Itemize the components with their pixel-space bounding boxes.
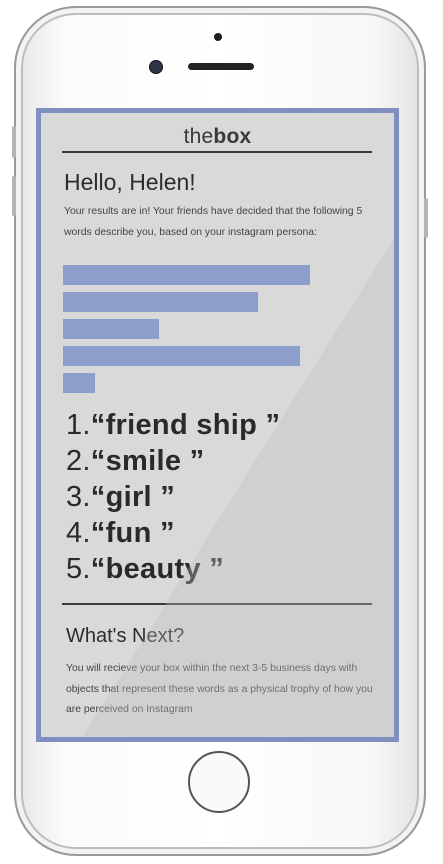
greeting-heading: Hello, Helen! xyxy=(64,169,196,195)
word-number: 4. xyxy=(66,517,91,549)
app-screen: thebox Hello, Helen! Your results are in… xyxy=(41,113,394,737)
word-text: “smile ” xyxy=(90,445,205,477)
word-bar-2 xyxy=(63,292,258,312)
word-item-5: 5.“beauty ” xyxy=(66,551,280,587)
word-bar-1 xyxy=(63,265,310,285)
front-camera-icon xyxy=(149,60,163,74)
word-number: 1. xyxy=(66,409,91,441)
volume-down-button xyxy=(12,176,16,216)
proximity-sensor xyxy=(214,33,222,41)
earpiece-speaker xyxy=(188,63,254,70)
volume-up-button xyxy=(12,126,16,158)
word-number: 3. xyxy=(66,481,91,513)
word-item-2: 2.“smile ” xyxy=(66,443,280,479)
word-text: “beauty ” xyxy=(90,553,225,585)
results-intro-text: Your results are in! Your friends have d… xyxy=(64,206,363,238)
word-text: “fun ” xyxy=(90,517,175,549)
word-number: 2. xyxy=(66,445,91,477)
word-bar-5 xyxy=(63,373,95,393)
home-button[interactable] xyxy=(188,751,250,813)
brand-bold: box xyxy=(213,125,252,148)
word-item-4: 4.“fun ” xyxy=(66,515,280,551)
word-list: 1.“friend ship ” 2.“smile ” 3.“girl ” 4.… xyxy=(66,407,280,587)
app-logo: thebox xyxy=(41,125,394,149)
word-text: “friend ship ” xyxy=(90,409,281,441)
header-divider xyxy=(62,151,372,153)
word-bar-3 xyxy=(63,319,159,339)
power-button xyxy=(424,198,428,238)
whats-next-text: You will recieve your box within the nex… xyxy=(66,663,373,715)
word-item-1: 1.“friend ship ” xyxy=(66,407,280,443)
word-item-3: 3.“girl ” xyxy=(66,479,280,515)
word-bar-4 xyxy=(63,346,300,366)
brand-light: the xyxy=(183,125,214,148)
word-number: 5. xyxy=(66,553,91,585)
section-divider xyxy=(62,603,372,605)
whats-next-heading: What's Next? xyxy=(66,625,185,647)
phone-screen: thebox Hello, Helen! Your results are in… xyxy=(36,108,399,742)
word-text: “girl ” xyxy=(90,481,176,513)
